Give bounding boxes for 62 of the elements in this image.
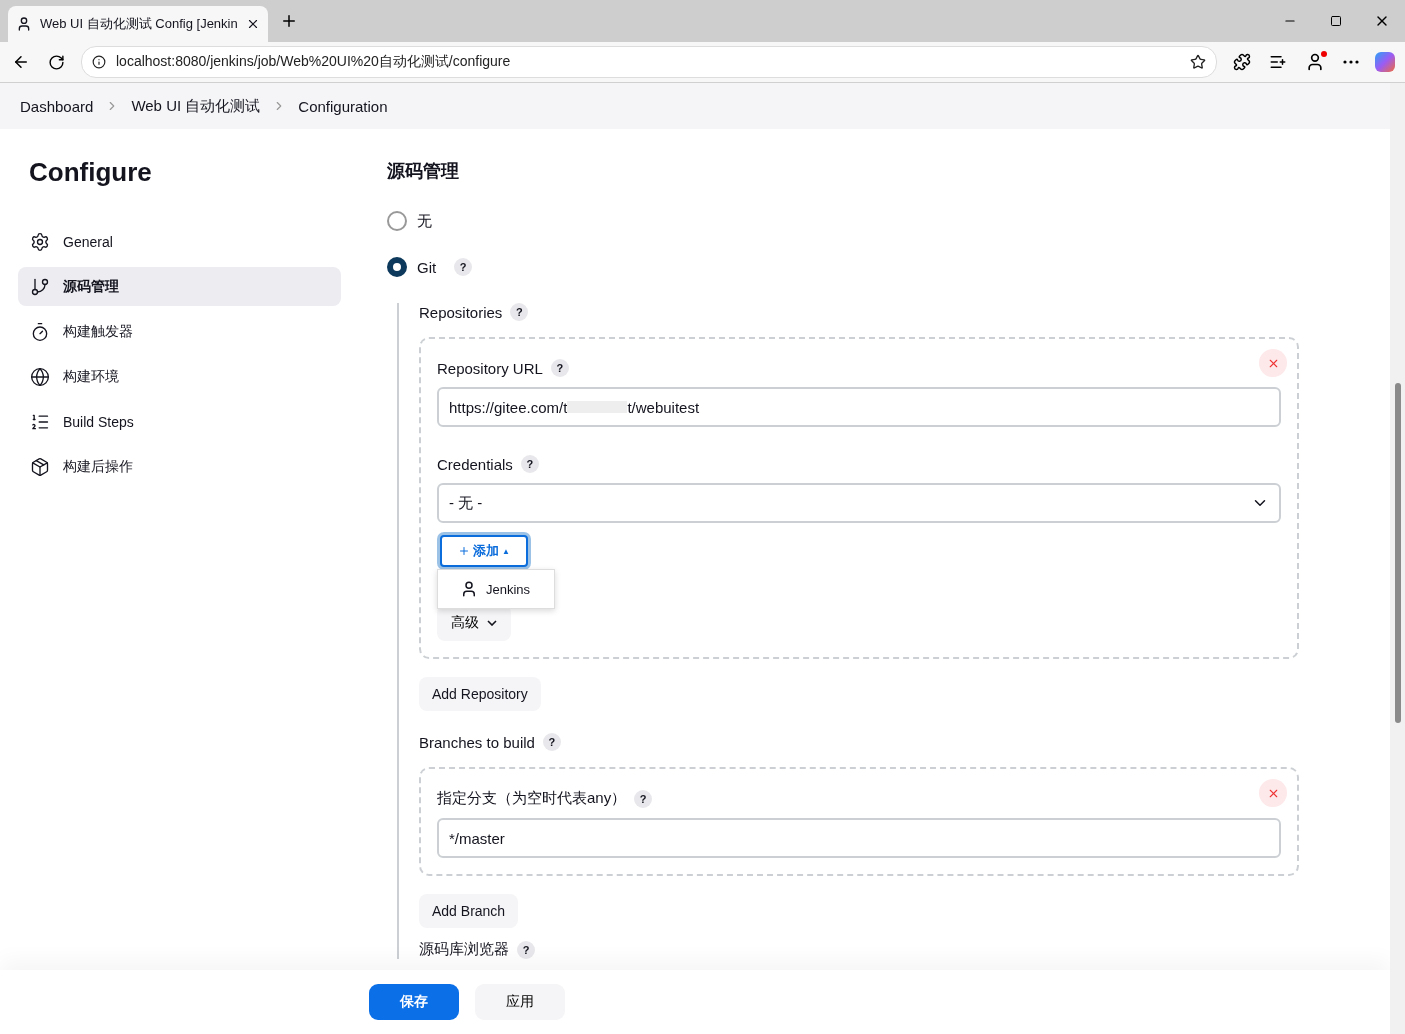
star-icon[interactable] [1190,54,1206,70]
help-icon[interactable]: ? [517,940,535,959]
add-branch-button[interactable]: Add Branch [419,894,519,928]
radio-label: Git [417,258,437,276]
maximize-icon [1330,15,1342,27]
notification-dot [1321,51,1327,57]
radio-button[interactable] [387,211,407,231]
extensions-button[interactable] [1231,51,1253,73]
select-field[interactable]: - 无 - [437,483,1281,523]
help-icon[interactable]: ? [634,789,653,808]
breadcrumb-link[interactable]: Configuration [298,97,388,115]
address-bar[interactable]: localhost:8080/jenkins/job/Web%20UI%20自动化测试/configure [81,46,1217,78]
user-icon [1305,52,1325,72]
copilot-icon[interactable] [1375,52,1395,72]
field-label: Credentials [437,455,513,473]
save-button[interactable]: 保存 [369,984,459,1020]
more-button[interactable] [1341,58,1361,66]
field-label: Branches to build [419,733,535,751]
favicon-icon [16,16,32,32]
field-label: Repository URL [437,359,543,377]
breadcrumb-link[interactable]: Web UI 自动化测试 [131,96,261,116]
timer-icon [30,321,50,342]
field-label: Repositories [419,303,503,321]
field-label: 指定分支（为空时代表any） [437,789,627,808]
globe-icon [30,366,50,387]
sidebar-item[interactable]: 构建环境 [18,357,341,396]
apply-button[interactable]: 应用 [475,984,565,1020]
help-icon[interactable]: ? [510,303,529,321]
menu-item[interactable]: Jenkins [438,576,554,602]
input-field[interactable]: https://gitee.com/t t/webuitest [437,387,1281,427]
sidebar-item[interactable]: 源码管理 [18,267,341,306]
info-icon [92,55,106,69]
settings-icon [30,231,50,252]
sidebar-title: Configure [29,157,153,188]
input-field[interactable]: */master [437,818,1281,858]
radio-button[interactable] [387,257,407,277]
package-icon [30,456,50,477]
help-icon[interactable]: ? [550,359,569,377]
user-icon [460,580,478,598]
tab-title: Web UI 自动化测试 Config [Jenkin [40,15,238,33]
browser-tab[interactable]: Web UI 自动化测试 Config [Jenkin [8,6,268,42]
field-label: 源码库浏览器 [419,940,509,959]
help-icon[interactable]: ? [542,733,561,751]
breadcrumb-link[interactable]: Dashboard [20,97,94,115]
list-icon [1269,53,1287,71]
add-button[interactable]: 添加 ▲ [440,535,528,567]
sidebar-item[interactable]: Build Steps [18,402,341,441]
radio-label: 无 [417,211,432,231]
sidebar-item[interactable]: General [18,222,341,261]
chevron-down-icon [487,620,497,626]
sidebar-item[interactable]: 构建触发器 [18,312,341,351]
scrollbar[interactable] [1390,83,1405,1034]
branch-icon [30,276,50,297]
help-icon[interactable]: ? [454,258,473,276]
reload-icon [48,53,65,71]
sidebar-item[interactable]: 构建后操作 [18,447,341,486]
section-title: 源码管理 [387,160,460,183]
puzzle-icon [1233,53,1251,71]
plus-icon [458,545,471,557]
help-icon[interactable]: ? [520,455,539,473]
more-icon [1343,60,1359,64]
add-repository-button[interactable]: Add Repository [419,677,541,711]
